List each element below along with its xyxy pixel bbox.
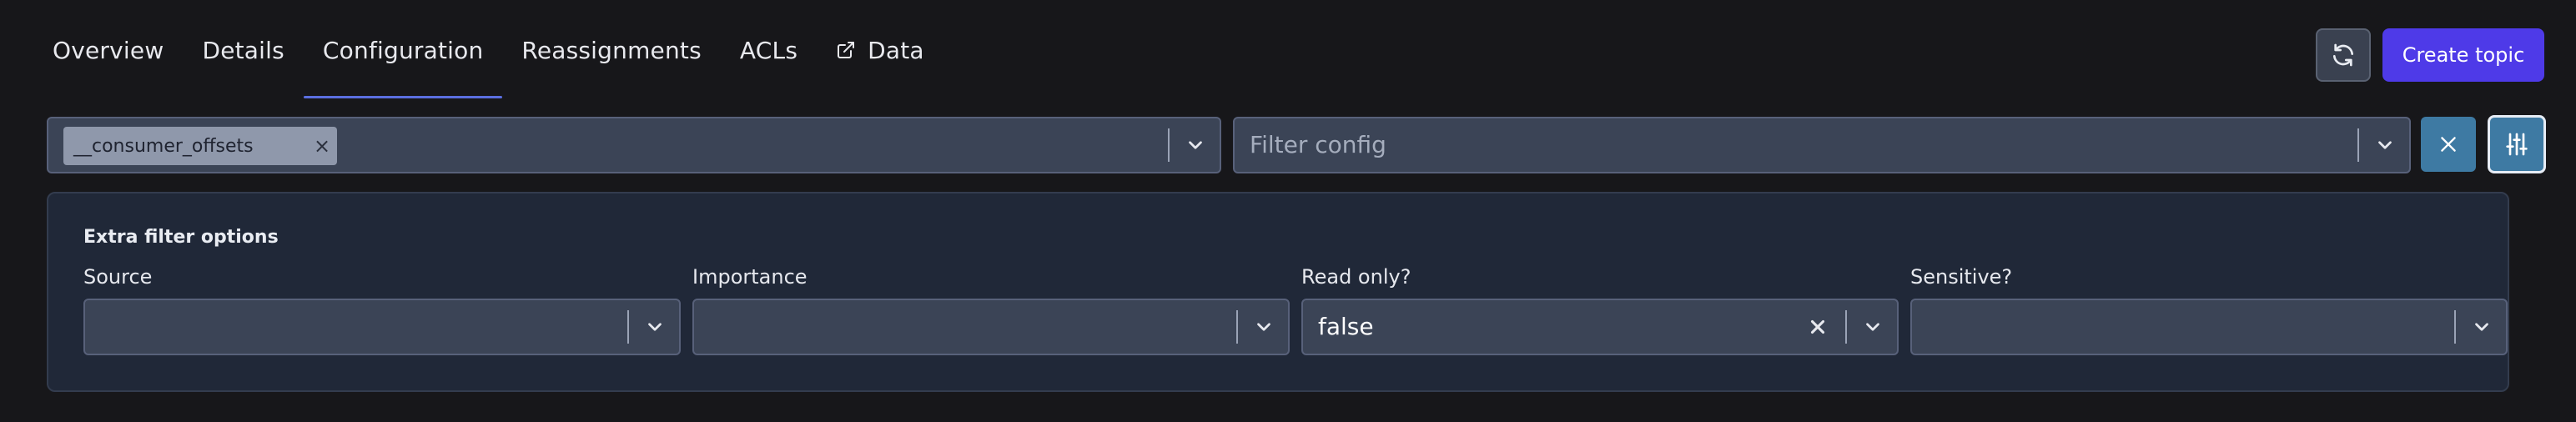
tab-label: Configuration xyxy=(322,36,484,64)
tab-configuration[interactable]: Configuration xyxy=(303,0,503,100)
source-label: Source xyxy=(83,265,153,289)
chevron-down-icon[interactable] xyxy=(2374,134,2396,156)
external-link-icon xyxy=(836,40,856,60)
refresh-button[interactable] xyxy=(2316,28,2371,82)
tab-overview[interactable]: Overview xyxy=(33,0,183,100)
tab-details[interactable]: Details xyxy=(183,0,303,100)
sliders-icon xyxy=(2506,133,2528,156)
refresh-icon xyxy=(2333,43,2353,67)
filter-config-select[interactable]: Filter config xyxy=(1233,117,2411,173)
tab-acls[interactable]: ACLs xyxy=(721,0,817,100)
tab-label: Data xyxy=(868,36,924,64)
tab-reassignments[interactable]: Reassignments xyxy=(502,0,720,100)
chip-remove-icon[interactable]: × xyxy=(307,127,337,165)
select-separator xyxy=(1168,128,1170,162)
chevron-down-icon[interactable] xyxy=(1185,134,1206,156)
topic-chip-label: __consumer_offsets xyxy=(73,135,254,157)
filter-config-placeholder: Filter config xyxy=(1250,131,1386,158)
clear-filters-button[interactable] xyxy=(2421,117,2476,172)
tab-label: Details xyxy=(202,36,284,64)
select-separator xyxy=(1845,310,1847,344)
sensitive-label: Sensitive? xyxy=(1910,265,2013,289)
sensitive-select[interactable] xyxy=(1910,299,2508,355)
importance-select[interactable] xyxy=(692,299,1290,355)
source-select[interactable] xyxy=(83,299,681,355)
select-separator xyxy=(2454,310,2456,344)
create-topic-button[interactable]: Create topic xyxy=(2382,28,2544,82)
topic-chip: __consumer_offsets × xyxy=(63,127,337,165)
extra-filter-panel: Extra filter options Source Importance R… xyxy=(47,192,2509,392)
read-only-label: Read only? xyxy=(1301,265,1411,289)
tab-label: ACLs xyxy=(739,36,798,64)
create-topic-label: Create topic xyxy=(2402,43,2525,67)
tab-label: Reassignments xyxy=(521,36,702,64)
select-separator xyxy=(1236,310,1238,344)
importance-label: Importance xyxy=(692,265,808,289)
read-only-select[interactable]: false xyxy=(1301,299,1899,355)
chevron-down-icon[interactable] xyxy=(1253,316,1275,338)
close-icon xyxy=(2441,137,2456,152)
filter-options-toggle-button[interactable] xyxy=(2488,115,2546,173)
select-separator xyxy=(2357,128,2359,162)
clear-icon[interactable] xyxy=(1807,316,1829,338)
panel-title: Extra filter options xyxy=(83,227,279,248)
tab-bar: Overview Details Configuration Reassignm… xyxy=(33,0,943,100)
chevron-down-icon[interactable] xyxy=(1862,316,1884,338)
chevron-down-icon[interactable] xyxy=(2471,316,2493,338)
chevron-down-icon[interactable] xyxy=(644,316,666,338)
tab-data[interactable]: Data xyxy=(817,0,943,100)
tab-label: Overview xyxy=(53,36,164,64)
topic-select[interactable]: __consumer_offsets × xyxy=(47,117,1221,173)
read-only-value: false xyxy=(1318,313,1374,340)
select-separator xyxy=(627,310,629,344)
